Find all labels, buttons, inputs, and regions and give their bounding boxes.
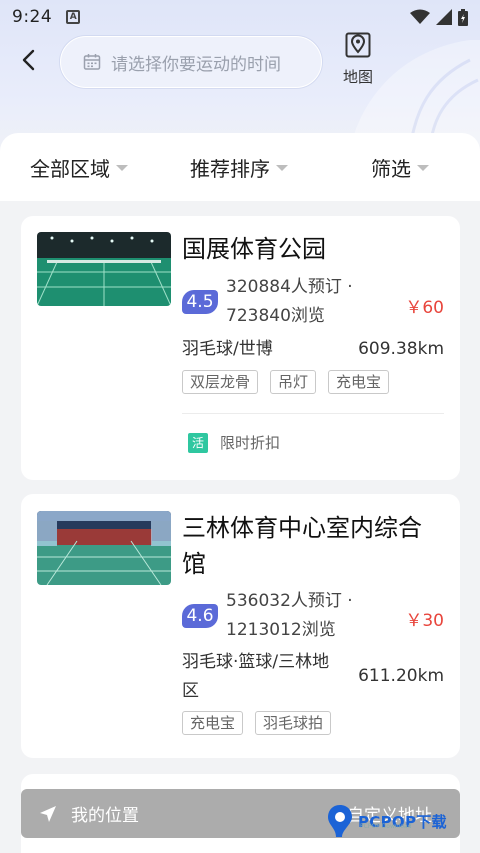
tag: 双层龙骨 (182, 370, 259, 394)
back-button[interactable] (12, 44, 44, 76)
back-arrow-icon (22, 49, 35, 71)
notification-icon: A (66, 10, 81, 24)
map-button[interactable]: 地图 (336, 32, 380, 94)
navigation-arrow-icon (40, 805, 56, 822)
venue-price: ￥30 (405, 611, 444, 631)
venue-name: 国展体育公园 (182, 235, 326, 263)
tag: 吊灯 (270, 370, 317, 394)
status-bar: 9:24 A (0, 0, 480, 34)
map-icon (345, 32, 371, 58)
caret-down-icon (116, 165, 128, 171)
filter-bar: 全部区域 推荐排序 筛选 (0, 133, 480, 201)
signal-icon (436, 9, 452, 25)
venue-tags: 充电宝 羽毛球拍 (182, 711, 332, 735)
venue-stats: 320884人预订 · 723840浏览 (226, 273, 353, 331)
calendar-icon (83, 54, 101, 70)
watermark-logo-icon (328, 805, 352, 837)
battery-icon (458, 8, 468, 26)
venue-tags: 双层龙骨 吊灯 充电宝 (182, 370, 390, 394)
venue-photo (37, 511, 171, 585)
filter-area-dropdown[interactable]: 全部区域 (30, 153, 128, 182)
rating-badge: 4.5 (182, 290, 218, 314)
venue-distance: 611.20km (358, 666, 444, 686)
promo-text: 限时折扣 (220, 434, 281, 452)
filter-sort-label: 推荐排序 (190, 156, 270, 181)
venue-card[interactable]: 三林体育中心室内综合 馆 4.6 536032人预订 · 1213012浏览 ￥… (21, 494, 460, 758)
filter-screen-label: 筛选 (371, 156, 411, 181)
status-time: 9:24 (12, 7, 53, 27)
search-time-input[interactable]: 请选择你要运动的时间 (60, 36, 322, 88)
wifi-icon (410, 9, 430, 24)
tag: 充电宝 (328, 370, 390, 394)
divider (182, 413, 444, 414)
search-placeholder: 请选择你要运动的时间 (111, 54, 281, 75)
my-location-label: 我的位置 (71, 806, 139, 826)
promo-row: 活 限时折扣 (188, 432, 280, 453)
promo-badge-icon: 活 (188, 432, 208, 453)
venue-photo (37, 232, 171, 306)
venue-name: 三林体育中心室内综合 馆 (182, 510, 444, 582)
venue-sports-line: 区 (182, 681, 199, 701)
venue-sports-line: 羽毛球·篮球/三林地 (182, 652, 330, 672)
watermark: PCPOP下载 PCPOP Download (326, 804, 447, 838)
venue-stats: 536032人预订 · 1213012浏览 (226, 587, 353, 645)
caret-down-icon (276, 165, 288, 171)
tag: 充电宝 (182, 711, 244, 735)
caret-down-icon (417, 165, 429, 171)
bookings-count: 320884人预订 · (226, 277, 353, 297)
views-count: 723840浏览 (226, 306, 325, 326)
views-count: 1213012浏览 (226, 620, 336, 640)
bookings-count: 536032人预订 · (226, 591, 353, 611)
tag: 羽毛球拍 (255, 711, 332, 735)
venue-name-line: 三林体育中心室内综合 (182, 514, 422, 542)
venue-name-line: 馆 (182, 550, 206, 578)
filter-area-label: 全部区域 (30, 156, 110, 181)
venue-sports: 羽毛球·篮球/三林地 区 (182, 648, 362, 706)
status-icons (410, 8, 468, 26)
filter-screen-dropdown[interactable]: 筛选 (371, 153, 429, 182)
venue-price: ￥60 (405, 298, 444, 318)
venue-card[interactable]: 国展体育公园 4.5 320884人预订 · 723840浏览 ￥60 羽毛球/… (21, 216, 460, 480)
rating-badge: 4.6 (182, 604, 218, 628)
venue-sports: 羽毛球/世博 (182, 339, 273, 359)
filter-sort-dropdown[interactable]: 推荐排序 (190, 153, 288, 182)
watermark-subtext: PCPOP Download (360, 823, 412, 830)
venue-distance: 609.38km (358, 339, 444, 359)
map-label: 地图 (342, 68, 373, 86)
